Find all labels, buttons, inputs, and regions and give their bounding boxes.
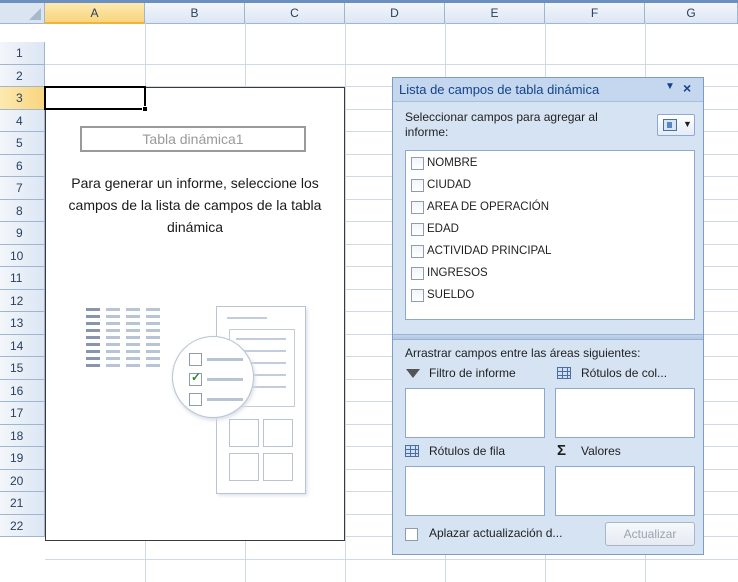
- row-labels-label: Rótulos de fila: [429, 444, 506, 458]
- defer-update-label: Aplazar actualización d...: [429, 526, 563, 540]
- close-icon[interactable]: ×: [683, 80, 691, 96]
- field-list-circle-icon: ✓: [172, 336, 254, 418]
- select-fields-label: Seleccionar campos para agregar al infor…: [405, 110, 598, 139]
- field-label: AREA DE OPERACIÓN: [427, 201, 550, 213]
- column-header-a[interactable]: A: [45, 3, 145, 24]
- field-list: NOMBRE CIUDAD AREA DE OPERACIÓN EDAD ACT…: [405, 150, 695, 320]
- report-filter-drop-zone[interactable]: [405, 388, 545, 438]
- chevron-down-icon: ▼: [683, 119, 692, 129]
- row-header-11[interactable]: 11: [0, 267, 45, 290]
- gridline: [345, 21, 346, 582]
- row-header-21[interactable]: 21: [0, 492, 45, 515]
- field-edad[interactable]: EDAD: [411, 219, 459, 239]
- row-header-5[interactable]: 5: [0, 132, 45, 155]
- fill-handle[interactable]: [142, 106, 148, 112]
- field-nombre[interactable]: NOMBRE: [411, 153, 477, 173]
- defer-update-checkbox[interactable]: [405, 528, 418, 541]
- row-header-17[interactable]: 17: [0, 402, 45, 425]
- values-label: Valores: [581, 444, 621, 458]
- row-header-9[interactable]: 9: [0, 222, 45, 245]
- report-filter-label: Filtro de informe: [429, 366, 516, 380]
- field-checkbox[interactable]: [411, 178, 424, 192]
- filter-icon: [405, 366, 421, 380]
- column-header-f[interactable]: F: [545, 3, 645, 24]
- select-all-corner[interactable]: [0, 3, 45, 24]
- field-checkbox[interactable]: [411, 222, 424, 236]
- row-header-20[interactable]: 20: [0, 470, 45, 492]
- report-filter-header: Filtro de informe: [405, 366, 516, 380]
- row-header-14[interactable]: 14: [0, 335, 45, 357]
- pane-menu-icon[interactable]: ▼: [665, 81, 675, 92]
- field-checkbox[interactable]: [411, 200, 424, 214]
- field-label: NOMBRE: [427, 157, 478, 169]
- row-header-13[interactable]: 13: [0, 312, 45, 335]
- gridline: [45, 559, 738, 560]
- table-column-icon: [144, 306, 162, 370]
- column-labels-label: Rótulos de col...: [581, 366, 668, 380]
- gridline: [45, 64, 738, 65]
- row-header-10[interactable]: 10: [0, 245, 45, 267]
- field-ingresos[interactable]: INGRESOS: [411, 263, 488, 283]
- row-labels-icon: [405, 444, 421, 458]
- values-header: Σ Valores: [557, 442, 621, 459]
- column-labels-icon: [557, 366, 573, 380]
- field-label: SUELDO: [427, 289, 475, 301]
- row-header-2[interactable]: 2: [0, 65, 45, 87]
- areas-label: Arrastrar campos entre las áreas siguien…: [405, 346, 641, 360]
- source-table-icon: [84, 306, 164, 370]
- row-header-22[interactable]: 22: [0, 515, 45, 537]
- row-header-6[interactable]: 6: [0, 155, 45, 177]
- row-header-16[interactable]: 16: [0, 380, 45, 402]
- column-labels-header: Rótulos de col...: [557, 366, 667, 380]
- pane-title: Lista de campos de tabla dinámica: [399, 82, 600, 97]
- row-labels-header: Rótulos de fila: [405, 444, 505, 458]
- layout-options-button[interactable]: ▼: [657, 114, 695, 136]
- pivot-illustration: ✓: [84, 300, 308, 500]
- field-layout-icon: [663, 119, 677, 131]
- field-label: INGRESOS: [427, 267, 488, 279]
- select-all-triangle-icon: [29, 8, 41, 20]
- pivot-instructions: Para generar un informe, seleccione los …: [68, 175, 322, 235]
- field-label: CIUDAD: [427, 179, 472, 191]
- field-label: ACTIVIDAD PRINCIPAL: [427, 245, 552, 257]
- field-ciudad[interactable]: CIUDAD: [411, 175, 471, 195]
- row-header-8[interactable]: 8: [0, 200, 45, 222]
- field-checkbox[interactable]: [411, 288, 424, 302]
- row-header-15[interactable]: 15: [0, 357, 45, 380]
- row-header-7[interactable]: 7: [0, 177, 45, 200]
- row-header-3[interactable]: 3: [0, 87, 45, 110]
- column-header-c[interactable]: C: [245, 3, 345, 24]
- field-label: EDAD: [427, 223, 459, 235]
- field-checkbox[interactable]: [411, 244, 424, 258]
- column-header-e[interactable]: E: [445, 3, 545, 24]
- table-column-icon: [124, 306, 142, 370]
- row-labels-drop-zone[interactable]: [405, 466, 545, 516]
- row-header-18[interactable]: 18: [0, 425, 45, 447]
- update-button[interactable]: Actualizar: [605, 522, 695, 546]
- table-column-icon: [104, 306, 122, 370]
- pane-splitter[interactable]: [393, 334, 703, 340]
- column-labels-drop-zone[interactable]: [555, 388, 695, 438]
- field-sueldo[interactable]: SUELDO: [411, 285, 474, 305]
- field-checkbox[interactable]: [411, 156, 424, 170]
- active-cell-a3[interactable]: [44, 86, 148, 112]
- row-header-12[interactable]: 12: [0, 290, 45, 312]
- field-checkbox[interactable]: [411, 266, 424, 280]
- row-header-1[interactable]: 1: [0, 42, 45, 65]
- checkmark-icon: ✓: [191, 370, 202, 384]
- pivot-table-name: Tabla dinámica1: [80, 126, 306, 152]
- row-header-4[interactable]: 4: [0, 110, 45, 132]
- pivot-field-list-pane: Lista de campos de tabla dinámica ▼ × Se…: [392, 77, 704, 555]
- row-header-19[interactable]: 19: [0, 447, 45, 470]
- column-header-g[interactable]: G: [645, 3, 738, 24]
- pane-title-bar[interactable]: Lista de campos de tabla dinámica ▼ ×: [393, 78, 703, 102]
- field-actividad-principal[interactable]: ACTIVIDAD PRINCIPAL: [411, 241, 551, 261]
- table-column-icon: [84, 306, 102, 370]
- column-header-d[interactable]: D: [345, 3, 445, 24]
- values-drop-zone[interactable]: [555, 466, 695, 516]
- field-area-de-operacion[interactable]: AREA DE OPERACIÓN: [411, 197, 549, 217]
- sigma-icon: Σ: [557, 442, 567, 459]
- column-header-b[interactable]: B: [145, 3, 245, 24]
